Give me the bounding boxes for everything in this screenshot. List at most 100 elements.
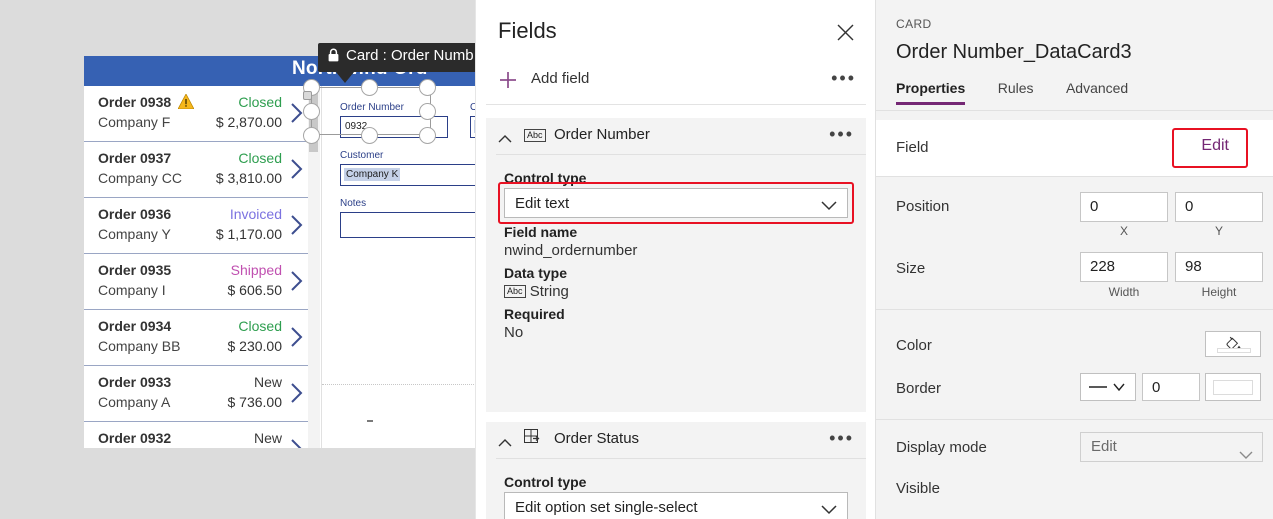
field-card-name: Order Status [554,430,640,447]
chevron-right-icon[interactable] [290,214,304,236]
resize-handle-top-center[interactable] [361,79,378,96]
resize-handle-middle-right[interactable] [419,103,436,120]
abc-string-icon: Abc [524,127,546,145]
gallery-item-status: Closed [238,150,282,166]
gallery-item-left: Order 0933 Company A [98,373,171,412]
gallery-item[interactable]: Order 0932 Company K New $ 800.00 [84,422,308,448]
chevron-right-icon[interactable] [290,270,304,292]
resize-handle-bottom-right[interactable] [419,127,436,144]
data-type-label: Data type [504,265,568,281]
form-input-notes[interactable] [340,212,479,238]
size-height-input[interactable]: 98 [1175,252,1263,282]
gallery-item-status: New [253,374,282,390]
form-input-customer[interactable]: Company K [340,164,479,186]
chevron-down-icon [1239,442,1253,470]
gallery-item-right: Closed $ 2,870.00 [216,93,282,132]
gallery-item-amount: $ 606.50 [227,282,283,298]
gallery-item[interactable]: Order 0938 Company F Closed $ 2,870.00 [84,86,308,142]
gallery-item-title: Order 0933 [98,374,172,390]
gallery-item-left: Order 0934 Company BB [98,317,180,356]
add-field-label: Add field [531,70,590,87]
chevron-right-icon[interactable] [290,438,304,448]
field-card-overflow-icon[interactable]: ••• [829,429,854,447]
chevron-down-icon [821,502,837,519]
color-label: Color [896,337,932,354]
abc-string-icon-label: Abc [524,129,546,142]
tab-rules[interactable]: Rules [998,80,1034,96]
gallery-item-left: Order 0937 Company CC [98,149,182,188]
resize-handle-top-right[interactable] [419,79,436,96]
border-style-select[interactable] [1080,373,1136,401]
border-thickness-input[interactable]: 0 [1142,373,1200,401]
tooltip-arrow [336,72,354,83]
order-gallery[interactable]: Order 0938 Company F Closed $ 2,870.00 O… [84,86,308,448]
control-type-highlight-ring [498,182,854,224]
field-card-header[interactable]: Order Status ••• [486,422,866,458]
chevron-up-icon[interactable] [498,434,512,447]
resize-handle-middle-left[interactable] [303,103,320,120]
tabs-underline [876,110,1273,111]
size-width-input[interactable]: 228 [1080,252,1168,282]
size-width-caption: Width [1108,285,1140,299]
border-color-swatch [1213,379,1253,395]
color-picker-button[interactable] [1205,331,1261,357]
gallery-item-left: Order 0935 Company I [98,261,171,300]
gallery-item-title: Order 0936 [98,206,172,222]
property-row-field: Field Edit [876,120,1273,176]
display-mode-select[interactable]: Edit [1080,432,1263,462]
gallery-item-amount: $ 2,870.00 [215,114,282,130]
position-y-input[interactable]: 0 [1175,192,1263,222]
gallery-item-title: Order 0932 [98,430,172,446]
plus-icon [498,70,518,90]
gallery-item-status: Closed [238,318,282,334]
chevron-up-icon[interactable] [498,130,512,143]
chevron-right-icon[interactable] [290,102,304,124]
close-icon[interactable] [829,16,861,48]
fields-pane-title: Fields [498,18,557,43]
form-value-customer: Company K [344,168,401,181]
add-field-button[interactable]: Add field ••• [476,62,876,100]
tab-properties[interactable]: Properties [896,80,966,105]
chevron-right-icon[interactable] [290,326,304,348]
gallery-item-status: Invoiced [229,206,282,222]
chevron-right-icon[interactable] [290,158,304,180]
edit-button-highlight-ring [1172,128,1248,168]
gallery-item-amount: $ 230.00 [227,338,283,354]
gallery-item-status: Shipped [230,262,282,278]
gallery-item-company: Company F [98,114,171,130]
color-current-swatch [1217,348,1251,353]
selection-marker-square [303,91,312,100]
lock-icon [328,48,339,66]
option-set-icon [524,429,543,451]
gallery-item[interactable]: Order 0935 Company I Shipped $ 606.50 [84,254,308,310]
gallery-item[interactable]: Order 0936 Company Y Invoiced $ 1,170.00 [84,198,308,254]
field-card-body: Control type Edit text Field name nwind_… [486,154,866,361]
tab-advanced[interactable]: Advanced [1066,80,1128,96]
gallery-item-right: New $ 800.00 [228,429,282,448]
position-label: Position [896,198,950,215]
gallery-item-title: Order 0934 [98,318,172,334]
field-card-body: Control type Edit option set single-sele… [486,458,866,519]
fields-overflow-menu-icon[interactable]: ••• [831,69,856,87]
field-card-overflow-icon[interactable]: ••• [829,125,854,143]
edit-form: Order Number 0932 Order S New Customer C… [321,86,479,448]
gallery-item-right: Closed $ 3,810.00 [216,149,282,188]
control-type-label: Control type [504,474,587,490]
border-color-button[interactable] [1205,373,1261,401]
gallery-item[interactable]: Order 0937 Company CC Closed $ 3,810.00 [84,142,308,198]
size-label: Size [896,260,926,277]
gallery-item[interactable]: Order 0934 Company BB Closed $ 230.00 [84,310,308,366]
field-card-header[interactable]: Abc Order Number ••• [486,118,866,154]
resize-handle-bottom-center[interactable] [361,127,378,144]
gallery-item-company: Company Y [98,226,171,242]
field-card-name: Order Number [554,126,650,143]
control-type-select[interactable]: Edit option set single-select [504,492,848,519]
gallery-item-title: Order 0937 [98,150,172,166]
form-label-customer: Customer [340,150,384,161]
resize-handle-bottom-left[interactable] [303,127,320,144]
chevron-right-icon[interactable] [290,382,304,404]
properties-pane: CARD Order Number_DataCard3 Properties R… [875,0,1273,519]
visible-label: Visible [896,480,940,497]
position-x-input[interactable]: 0 [1080,192,1168,222]
gallery-item[interactable]: Order 0933 Company A New $ 736.00 [84,366,308,422]
